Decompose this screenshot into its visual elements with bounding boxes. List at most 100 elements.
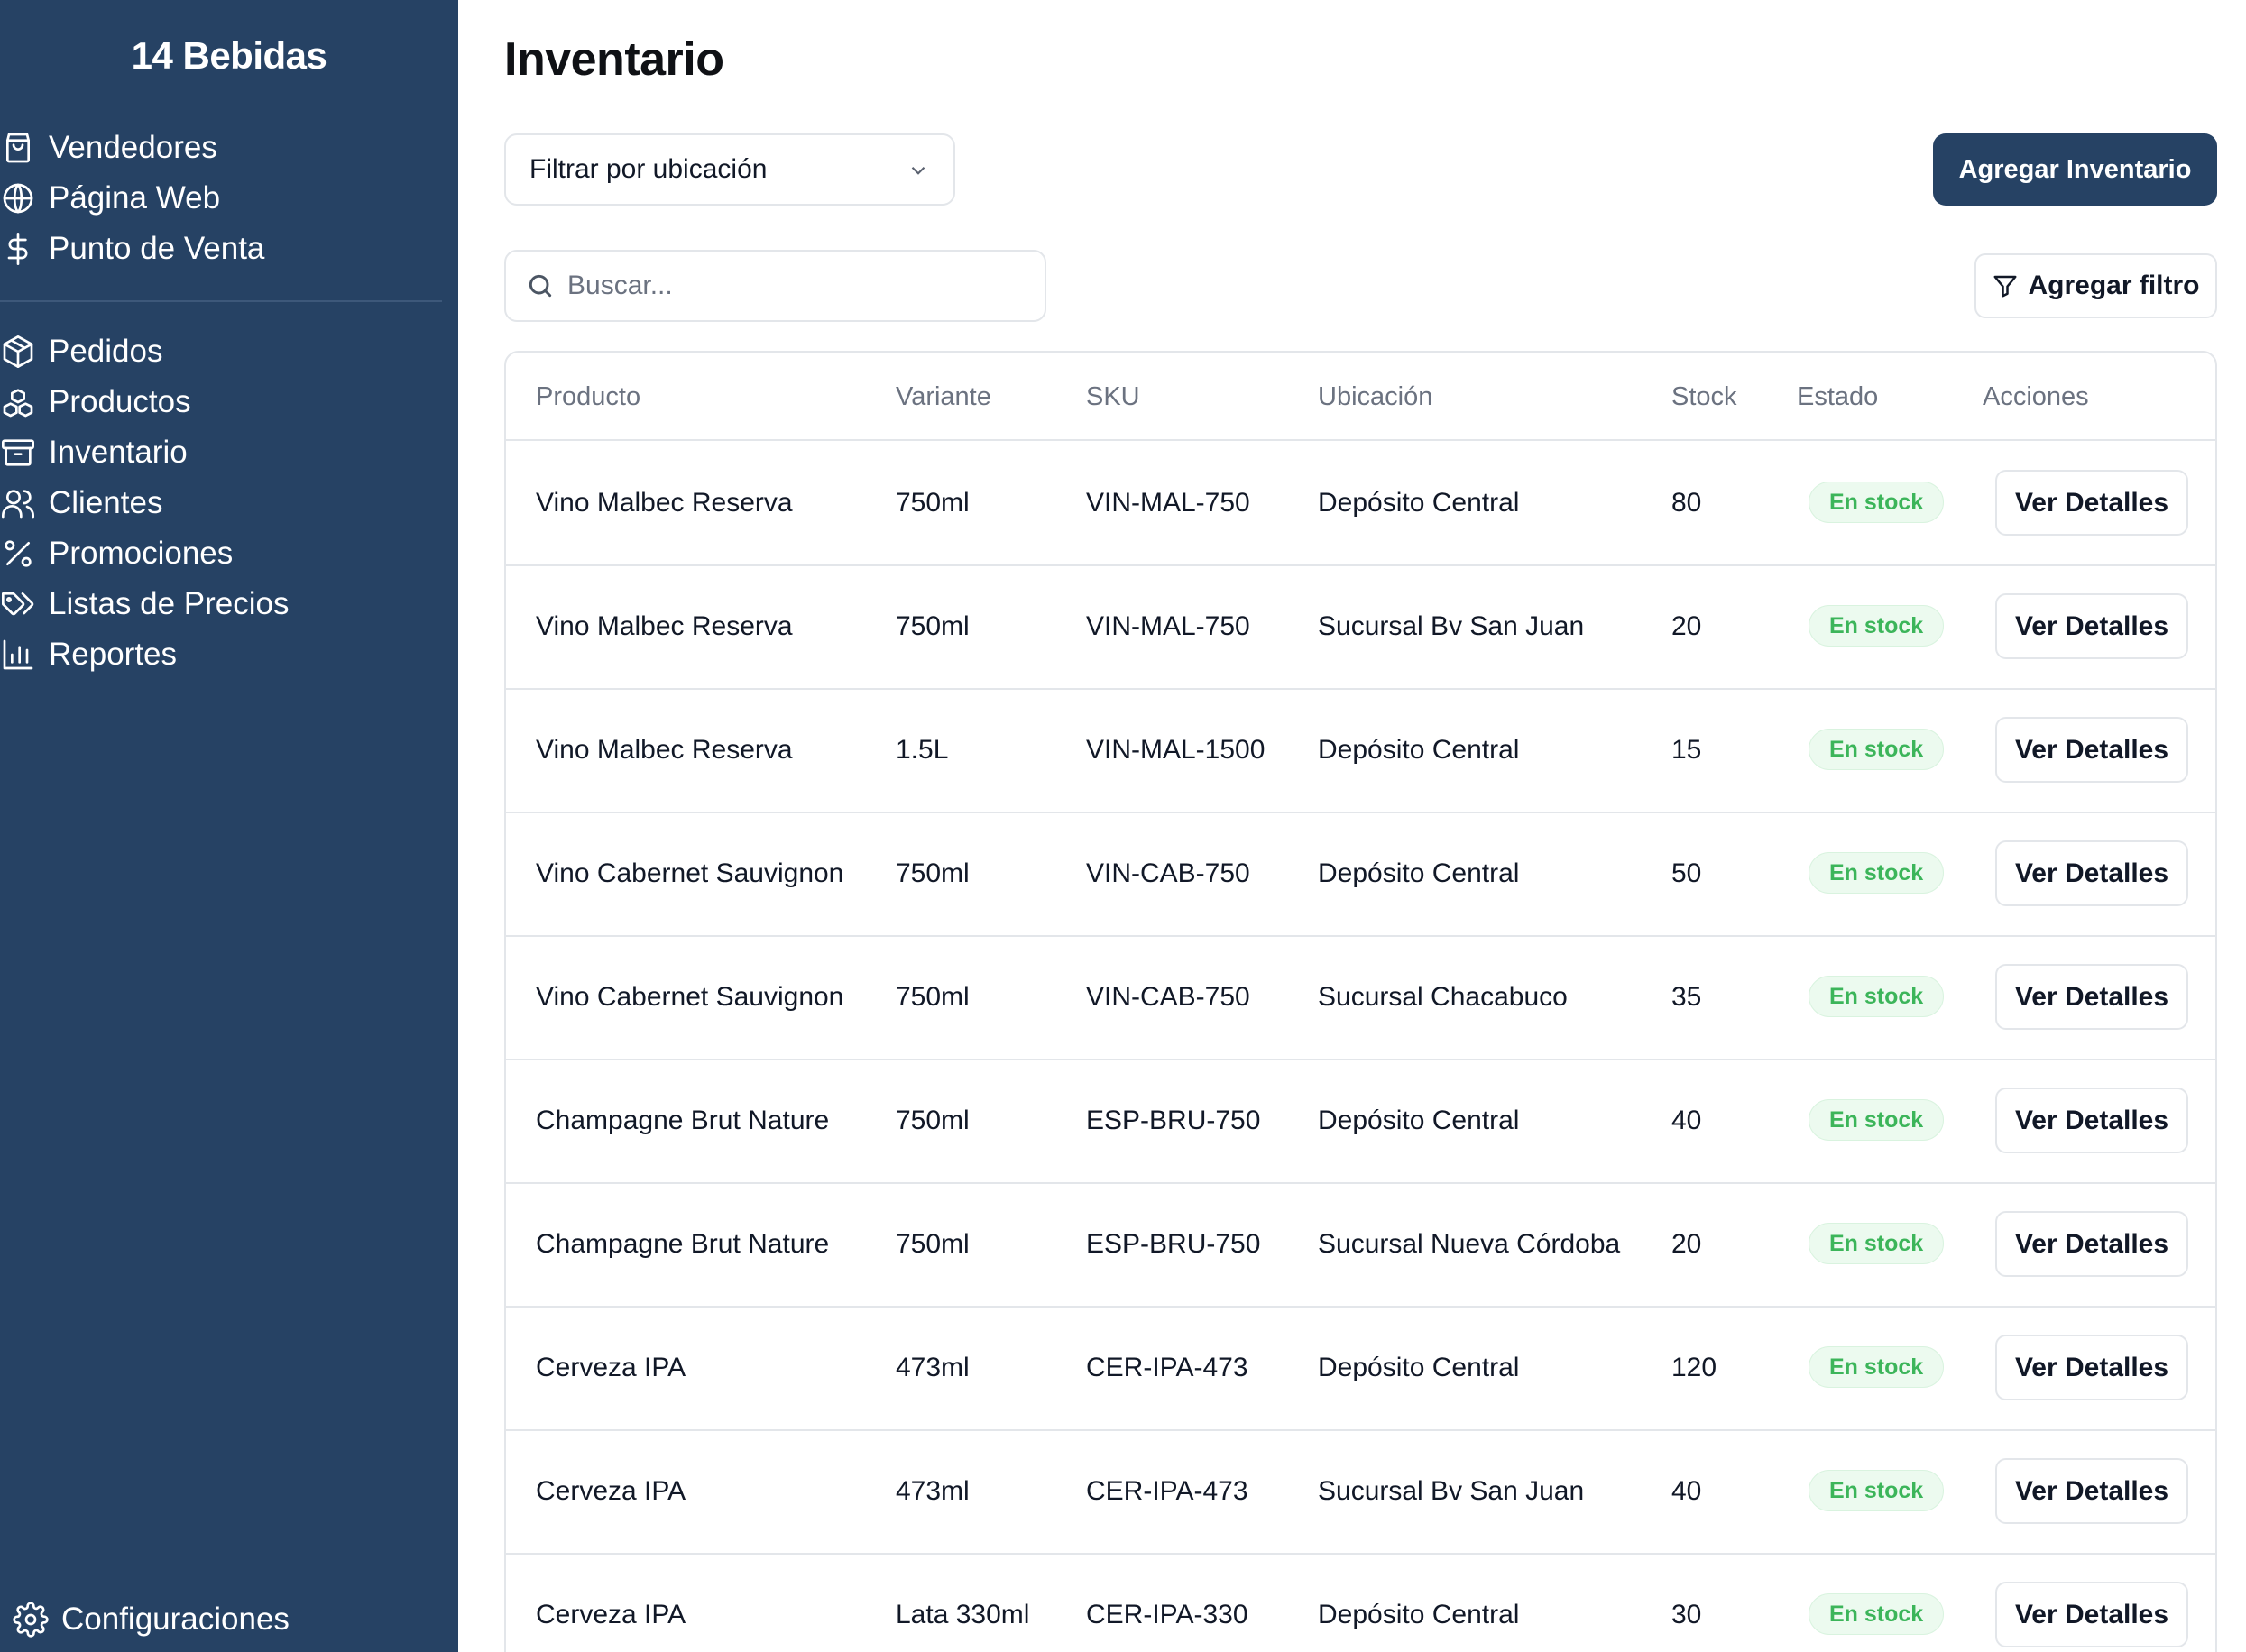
sidebar-item-clientes[interactable]: Clientes bbox=[0, 478, 162, 528]
view-details-button[interactable]: Ver Detalles bbox=[1995, 593, 2188, 659]
product-cell: Vino Cabernet Sauvignon bbox=[536, 981, 844, 1012]
sku-cell: ESP-BRU-750 bbox=[1086, 1228, 1261, 1259]
inventory-table: Producto Variante SKU Ubicación Stock Es… bbox=[504, 351, 2217, 1652]
column-header-status[interactable]: Estado bbox=[1797, 353, 1878, 441]
search-input[interactable] bbox=[567, 271, 1018, 301]
location-cell: Depósito Central bbox=[1318, 1599, 1520, 1629]
column-header-location[interactable]: Ubicación bbox=[1318, 353, 1432, 441]
sidebar-item-promociones[interactable]: Promociones bbox=[0, 528, 233, 579]
sku-cell: VIN-MAL-750 bbox=[1086, 610, 1250, 641]
sidebar-item-label: Punto de Venta bbox=[49, 231, 265, 266]
filter-icon bbox=[1992, 272, 2019, 299]
sidebar-item-listas-de-precios[interactable]: Listas de Precios bbox=[0, 579, 290, 629]
table-row: Cerveza IPA Lata 330ml CER-IPA-330 Depósito… bbox=[506, 1553, 2215, 1652]
product-cell: Cerveza IPA bbox=[536, 1352, 686, 1382]
table-row: Vino Malbec Reserva 750ml VIN-MAL-750 Depós… bbox=[506, 441, 2215, 566]
view-details-button[interactable]: Ver Detalles bbox=[1995, 1211, 2188, 1277]
add-inventory-button[interactable]: Agregar Inventario bbox=[1933, 133, 2217, 206]
stock-cell: 40 bbox=[1671, 1105, 1702, 1135]
sku-cell: ESP-BRU-750 bbox=[1086, 1105, 1261, 1135]
product-cell: Vino Malbec Reserva bbox=[536, 487, 793, 518]
variant-cell: 473ml bbox=[896, 1475, 970, 1506]
column-header-sku[interactable]: SKU bbox=[1086, 353, 1140, 441]
view-details-button[interactable]: Ver Detalles bbox=[1995, 1458, 2188, 1524]
sidebar-item-pedidos[interactable]: Pedidos bbox=[0, 326, 162, 377]
sidebar-item-label: Clientes bbox=[49, 485, 163, 520]
view-details-button[interactable]: Ver Detalles bbox=[1995, 840, 2188, 906]
location-cell: Depósito Central bbox=[1318, 1352, 1520, 1382]
stock-cell: 35 bbox=[1671, 981, 1702, 1012]
sidebar-item-vendedores[interactable]: Vendedores bbox=[0, 123, 217, 173]
status-badge: En stock bbox=[1809, 482, 1945, 523]
sku-cell: CER-IPA-473 bbox=[1086, 1352, 1248, 1382]
percent-icon bbox=[0, 536, 36, 572]
table-header: Producto Variante SKU Ubicación Stock Es… bbox=[506, 353, 2215, 441]
brand-name[interactable]: 14 Bebidas bbox=[0, 34, 458, 78]
variant-cell: 750ml bbox=[896, 1105, 970, 1135]
sku-cell: VIN-MAL-1500 bbox=[1086, 734, 1266, 765]
view-details-button[interactable]: Ver Detalles bbox=[1995, 1088, 2188, 1153]
archive-icon bbox=[0, 435, 36, 471]
users-icon bbox=[0, 485, 36, 521]
sidebar-item-inventario[interactable]: Inventario bbox=[0, 427, 188, 478]
stock-cell: 80 bbox=[1671, 487, 1702, 518]
add-filter-button[interactable]: Agregar filtro bbox=[1974, 253, 2217, 318]
column-header-stock[interactable]: Stock bbox=[1671, 353, 1737, 441]
sidebar-item-label: Página Web bbox=[49, 180, 221, 216]
sku-cell: CER-IPA-473 bbox=[1086, 1475, 1248, 1506]
sidebar-item-reportes[interactable]: Reportes bbox=[0, 629, 177, 680]
product-cell: Champagne Brut Nature bbox=[536, 1228, 830, 1259]
search-icon bbox=[526, 271, 555, 300]
status-badge: En stock bbox=[1809, 1346, 1945, 1388]
variant-cell: 750ml bbox=[896, 981, 970, 1012]
view-details-button[interactable]: Ver Detalles bbox=[1995, 1335, 2188, 1400]
product-cell: Vino Cabernet Sauvignon bbox=[536, 858, 844, 888]
status-badge: En stock bbox=[1809, 605, 1945, 647]
product-cell: Vino Malbec Reserva bbox=[536, 734, 793, 765]
location-cell: Depósito Central bbox=[1318, 858, 1520, 888]
variant-cell: 473ml bbox=[896, 1352, 970, 1382]
location-filter-select[interactable]: Filtrar por ubicación bbox=[504, 133, 955, 206]
boxes-icon bbox=[0, 384, 36, 420]
sidebar-item-configuraciones[interactable]: Configuraciones bbox=[13, 1594, 290, 1645]
column-header-variant[interactable]: Variante bbox=[896, 353, 991, 441]
stock-cell: 20 bbox=[1671, 1228, 1702, 1259]
location-cell: Sucursal Nueva Córdoba bbox=[1318, 1228, 1621, 1259]
variant-cell: 750ml bbox=[896, 487, 970, 518]
sidebar-item-productos[interactable]: Productos bbox=[0, 377, 191, 427]
location-cell: Sucursal Bv San Juan bbox=[1318, 1475, 1585, 1506]
sku-cell: VIN-CAB-750 bbox=[1086, 858, 1250, 888]
view-details-button[interactable]: Ver Detalles bbox=[1995, 717, 2188, 783]
sidebar-item-pagina-web[interactable]: Página Web bbox=[0, 173, 220, 224]
dollar-icon bbox=[0, 231, 36, 267]
product-cell: Cerveza IPA bbox=[536, 1475, 686, 1506]
status-badge: En stock bbox=[1809, 1099, 1945, 1141]
stock-cell: 120 bbox=[1671, 1352, 1717, 1382]
view-details-button[interactable]: Ver Detalles bbox=[1995, 470, 2188, 536]
location-cell: Sucursal Chacabuco bbox=[1318, 981, 1568, 1012]
sidebar-item-label: Listas de Precios bbox=[49, 586, 290, 621]
search-field[interactable] bbox=[504, 250, 1046, 322]
package-icon bbox=[0, 334, 36, 370]
variant-cell: 750ml bbox=[896, 1228, 970, 1259]
table-row: Vino Cabernet Sauvignon 750ml VIN-CAB-750 S… bbox=[506, 935, 2215, 1060]
table-row: Vino Cabernet Sauvignon 750ml VIN-CAB-750 D… bbox=[506, 812, 2215, 937]
add-filter-label: Agregar filtro bbox=[2028, 271, 2200, 300]
view-details-button[interactable]: Ver Detalles bbox=[1995, 1582, 2188, 1647]
bar-chart-icon bbox=[0, 637, 36, 673]
globe-icon bbox=[0, 180, 36, 216]
table-row: Vino Malbec Reserva 750ml VIN-MAL-750 Sucur… bbox=[506, 564, 2215, 690]
sku-cell: CER-IPA-330 bbox=[1086, 1599, 1248, 1629]
location-filter-label: Filtrar por ubicación bbox=[529, 154, 768, 184]
column-header-product[interactable]: Producto bbox=[536, 353, 640, 441]
location-cell: Depósito Central bbox=[1318, 487, 1520, 518]
sidebar-item-label: Vendedores bbox=[49, 130, 217, 165]
sku-cell: VIN-CAB-750 bbox=[1086, 981, 1250, 1012]
sidebar-item-label: Pedidos bbox=[49, 334, 163, 369]
table-row: Cerveza IPA 473ml CER-IPA-473 Sucursal Bv S… bbox=[506, 1429, 2215, 1555]
status-badge: En stock bbox=[1809, 729, 1945, 770]
product-cell: Champagne Brut Nature bbox=[536, 1105, 830, 1135]
sidebar-item-punto-de-venta[interactable]: Punto de Venta bbox=[0, 224, 264, 274]
view-details-button[interactable]: Ver Detalles bbox=[1995, 964, 2188, 1030]
chevron-down-icon bbox=[907, 159, 930, 182]
